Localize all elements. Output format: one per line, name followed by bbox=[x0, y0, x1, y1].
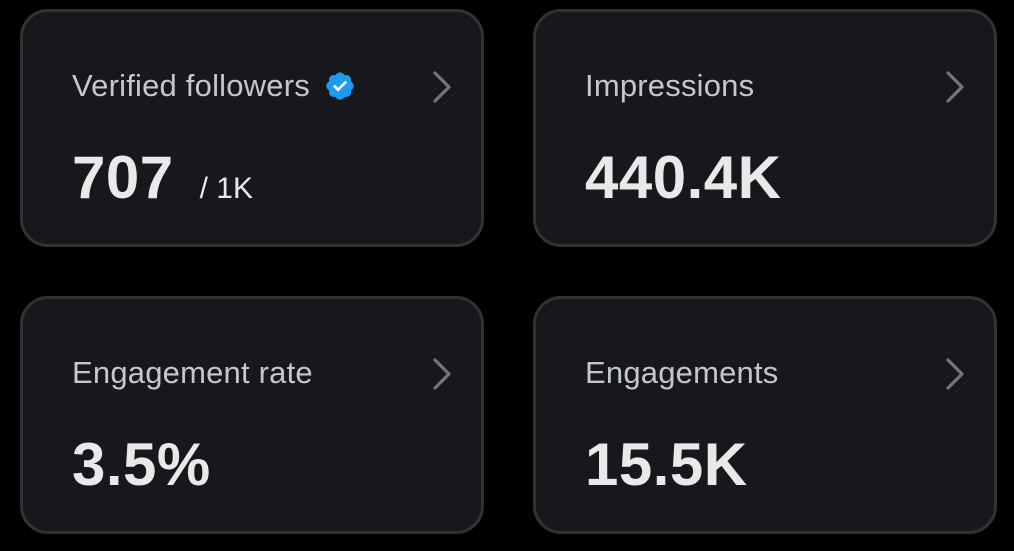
engagements-label: Engagements bbox=[585, 355, 779, 390]
chevron-right-icon[interactable] bbox=[940, 354, 970, 394]
card-label-row: Verified followers bbox=[72, 64, 356, 108]
card-value-row: 440.4K bbox=[585, 142, 781, 214]
card-value-row: 3.5% bbox=[72, 429, 211, 501]
chevron-right-icon[interactable] bbox=[940, 67, 970, 107]
engagement-rate-card[interactable]: Engagement rate 3.5% bbox=[20, 296, 484, 534]
impressions-label: Impressions bbox=[585, 68, 755, 103]
engagement-rate-label: Engagement rate bbox=[72, 355, 313, 390]
analytics-cards-grid: Verified followers 707 / 1K Impressions … bbox=[0, 0, 1014, 551]
verified-badge-icon bbox=[324, 70, 356, 102]
card-label-row: Impressions bbox=[585, 64, 754, 108]
chevron-right-icon[interactable] bbox=[427, 354, 457, 394]
chevron-right-icon[interactable] bbox=[427, 67, 457, 107]
impressions-card[interactable]: Impressions 440.4K bbox=[533, 9, 997, 247]
card-value-row: 15.5K bbox=[585, 429, 748, 501]
card-value-row: 707 / 1K bbox=[72, 142, 253, 225]
engagements-card[interactable]: Engagements 15.5K bbox=[533, 296, 997, 534]
engagements-value: 15.5K bbox=[585, 431, 748, 498]
verified-followers-value: 707 bbox=[72, 144, 174, 211]
card-label-row: Engagement rate bbox=[72, 351, 313, 395]
verified-followers-goal: / 1K bbox=[199, 172, 253, 205]
verified-followers-card[interactable]: Verified followers 707 / 1K bbox=[20, 9, 484, 247]
engagement-rate-value: 3.5% bbox=[72, 431, 211, 498]
card-label-row: Engagements bbox=[585, 351, 779, 395]
impressions-value: 440.4K bbox=[585, 144, 782, 211]
verified-followers-label: Verified followers bbox=[72, 68, 310, 103]
